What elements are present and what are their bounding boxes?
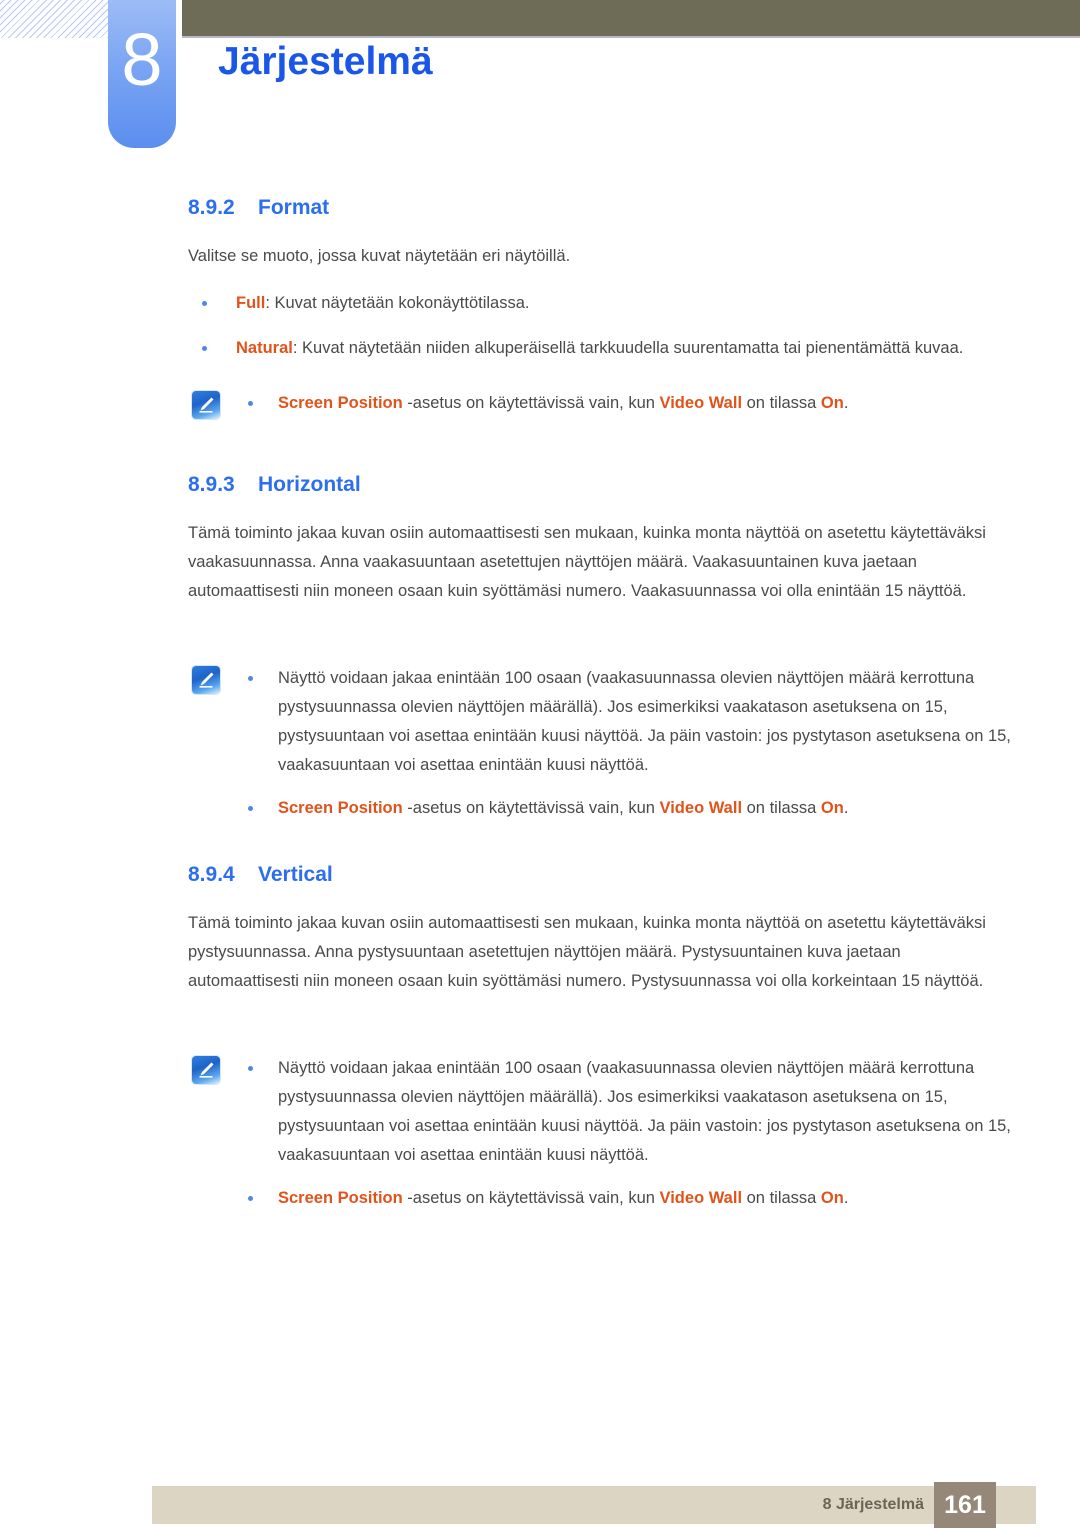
section-title-format: Format <box>258 196 330 219</box>
note-line-screen-position-vertical: Screen Position -asetus on käytettävissä… <box>248 1184 1016 1213</box>
hatch-pattern-decoration <box>0 0 108 38</box>
note-block-format: Screen Position -asetus on käytettävissä… <box>188 389 1016 423</box>
format-bullet-list: Full: Kuvat näytetään kokonäyttötilassa.… <box>188 289 1016 363</box>
keyword-screen-position: Screen Position <box>278 1189 403 1207</box>
section-heading-format: 8.9.2 Format <box>188 196 1016 220</box>
keyword-video-wall: Video Wall <box>659 799 743 817</box>
section-title-vertical: Vertical <box>258 863 333 886</box>
note-text-mid1: -asetus on käytettävissä vain, kun <box>402 799 660 817</box>
keyword-natural: Natural <box>236 339 293 357</box>
header-olive-bar <box>182 0 1080 36</box>
keyword-on: On <box>820 394 844 412</box>
note-block-horizontal: Näyttö voidaan jakaa enintään 100 osaan … <box>188 664 1016 780</box>
keyword-full: Full <box>236 294 266 312</box>
note-text-mid1: -asetus on käytettävissä vain, kun <box>402 1189 660 1207</box>
section-title-horizontal: Horizontal <box>258 473 361 496</box>
pencil-note-icon <box>192 666 220 694</box>
keyword-screen-position: Screen Position <box>278 394 403 412</box>
note-text-mid1: -asetus on käytettävissä vain, kun <box>402 394 660 412</box>
keyword-on: On <box>820 799 844 817</box>
note-body-format: Screen Position -asetus on käytettävissä… <box>188 389 1016 418</box>
vertical-paragraph: Tämä toiminto jakaa kuvan osiin automaat… <box>188 914 986 990</box>
note-line-screen-position-horizontal: Screen Position -asetus on käytettävissä… <box>248 794 1016 823</box>
note-block-vertical: Näyttö voidaan jakaa enintään 100 osaan … <box>188 1054 1016 1170</box>
section-number-vertical: 8.9.4 <box>188 863 235 886</box>
pencil-note-icon <box>192 1056 220 1084</box>
pencil-note-icon <box>192 391 220 419</box>
section-heading-vertical: 8.9.4 Vertical <box>188 863 1016 887</box>
format-intro-paragraph: Valitse se muoto, jossa kuvat näytetään … <box>188 247 571 265</box>
note-text-mid2: on tilassa <box>742 799 821 817</box>
document-content: 8.9.2 Format Valitse se muoto, jossa kuv… <box>188 196 1016 1213</box>
chapter-title: Järjestelmä <box>218 40 433 83</box>
section-heading-horizontal: 8.9.3 Horizontal <box>188 473 1016 497</box>
page-footer: 8 Järjestelmä 161 <box>152 1482 1036 1528</box>
chapter-number-badge: 8 <box>108 0 176 148</box>
keyword-on: On <box>820 1189 844 1207</box>
horizontal-paragraph: Tämä toiminto jakaa kuvan osiin automaat… <box>188 524 986 600</box>
note-line-screen-position: Screen Position -asetus on käytettävissä… <box>248 389 1016 418</box>
note-text-end: . <box>843 1189 849 1207</box>
section-number-horizontal: 8.9.3 <box>188 473 235 496</box>
note-body-vertical: Näyttö voidaan jakaa enintään 100 osaan … <box>188 1054 1016 1170</box>
header-bar-shadow <box>182 36 1080 38</box>
page-header: 8 Järjestelmä <box>0 0 1080 150</box>
list-item: Full: Kuvat näytetään kokonäyttötilassa. <box>188 289 1016 318</box>
note-text-end: . <box>843 799 849 817</box>
list-item-text: : Kuvat näytetään kokonäyttötilassa. <box>265 294 530 312</box>
note-line-split-info: Näyttö voidaan jakaa enintään 100 osaan … <box>248 664 1016 780</box>
note-line-split-info: Näyttö voidaan jakaa enintään 100 osaan … <box>248 1054 1016 1170</box>
keyword-video-wall: Video Wall <box>659 394 743 412</box>
note-text-end: . <box>843 394 849 412</box>
list-item: Natural: Kuvat näytetään niiden alkuperä… <box>188 334 1016 363</box>
section-number-format: 8.9.2 <box>188 196 235 219</box>
list-item-text: : Kuvat näytetään niiden alkuperäisellä … <box>292 339 964 357</box>
note-text-mid2: on tilassa <box>742 1189 821 1207</box>
page-number: 161 <box>934 1482 996 1528</box>
footer-chapter-label: 8 Järjestelmä <box>822 1496 924 1513</box>
keyword-screen-position: Screen Position <box>278 799 403 817</box>
note-text-mid2: on tilassa <box>742 394 821 412</box>
note-body-horizontal: Näyttö voidaan jakaa enintään 100 osaan … <box>188 664 1016 780</box>
keyword-video-wall: Video Wall <box>659 1189 743 1207</box>
